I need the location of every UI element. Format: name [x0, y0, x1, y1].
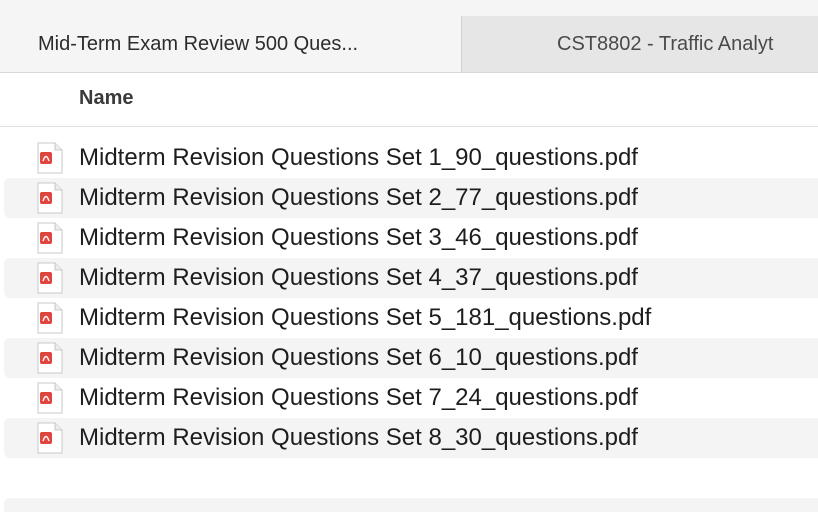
file-name: Midterm Revision Questions Set 7_24_ques…: [79, 384, 638, 411]
file-row[interactable]: Midterm Revision Questions Set 3_46_ques…: [4, 218, 818, 258]
file-name: Midterm Revision Questions Set 8_30_ques…: [79, 424, 638, 451]
name-column-header[interactable]: Name: [79, 87, 133, 110]
file-row[interactable]: Midterm Revision Questions Set 7_24_ques…: [4, 378, 818, 418]
tab-mid-term-exam-review[interactable]: Mid-Term Exam Review 500 Ques...: [0, 16, 461, 73]
file-list: Midterm Revision Questions Set 1_90_ques…: [4, 138, 818, 458]
file-name: Midterm Revision Questions Set 2_77_ques…: [79, 184, 638, 211]
column-header: Name: [0, 73, 818, 127]
file-row[interactable]: Midterm Revision Questions Set 1_90_ques…: [4, 138, 818, 178]
pdf-icon: [37, 142, 63, 174]
file-name: Midterm Revision Questions Set 1_90_ques…: [79, 144, 638, 171]
pdf-icon: [37, 342, 63, 374]
empty-row-stripe: [4, 498, 818, 512]
pdf-icon: [37, 262, 63, 294]
file-name: Midterm Revision Questions Set 4_37_ques…: [79, 264, 638, 291]
file-row[interactable]: Midterm Revision Questions Set 8_30_ques…: [4, 418, 818, 458]
pdf-icon: [37, 382, 63, 414]
file-name: Midterm Revision Questions Set 3_46_ques…: [79, 224, 638, 251]
file-row[interactable]: Midterm Revision Questions Set 5_181_que…: [4, 298, 818, 338]
pdf-icon: [37, 302, 63, 334]
pdf-icon: [37, 422, 63, 454]
tab-cst8802-traffic-analytics[interactable]: CST8802 - Traffic Analyt: [461, 16, 818, 73]
tab-bar: Mid-Term Exam Review 500 Ques... CST8802…: [0, 0, 818, 73]
file-row[interactable]: Midterm Revision Questions Set 4_37_ques…: [4, 258, 818, 298]
file-browser-window: Mid-Term Exam Review 500 Ques... CST8802…: [0, 0, 818, 512]
file-row[interactable]: Midterm Revision Questions Set 2_77_ques…: [4, 178, 818, 218]
file-name: Midterm Revision Questions Set 5_181_que…: [79, 304, 652, 331]
tab-label: CST8802 - Traffic Analyt: [557, 33, 774, 55]
file-name: Midterm Revision Questions Set 6_10_ques…: [79, 344, 638, 371]
tab-label: Mid-Term Exam Review 500 Ques...: [38, 33, 359, 55]
file-row[interactable]: Midterm Revision Questions Set 6_10_ques…: [4, 338, 818, 378]
pdf-icon: [37, 222, 63, 254]
pdf-icon: [37, 182, 63, 214]
